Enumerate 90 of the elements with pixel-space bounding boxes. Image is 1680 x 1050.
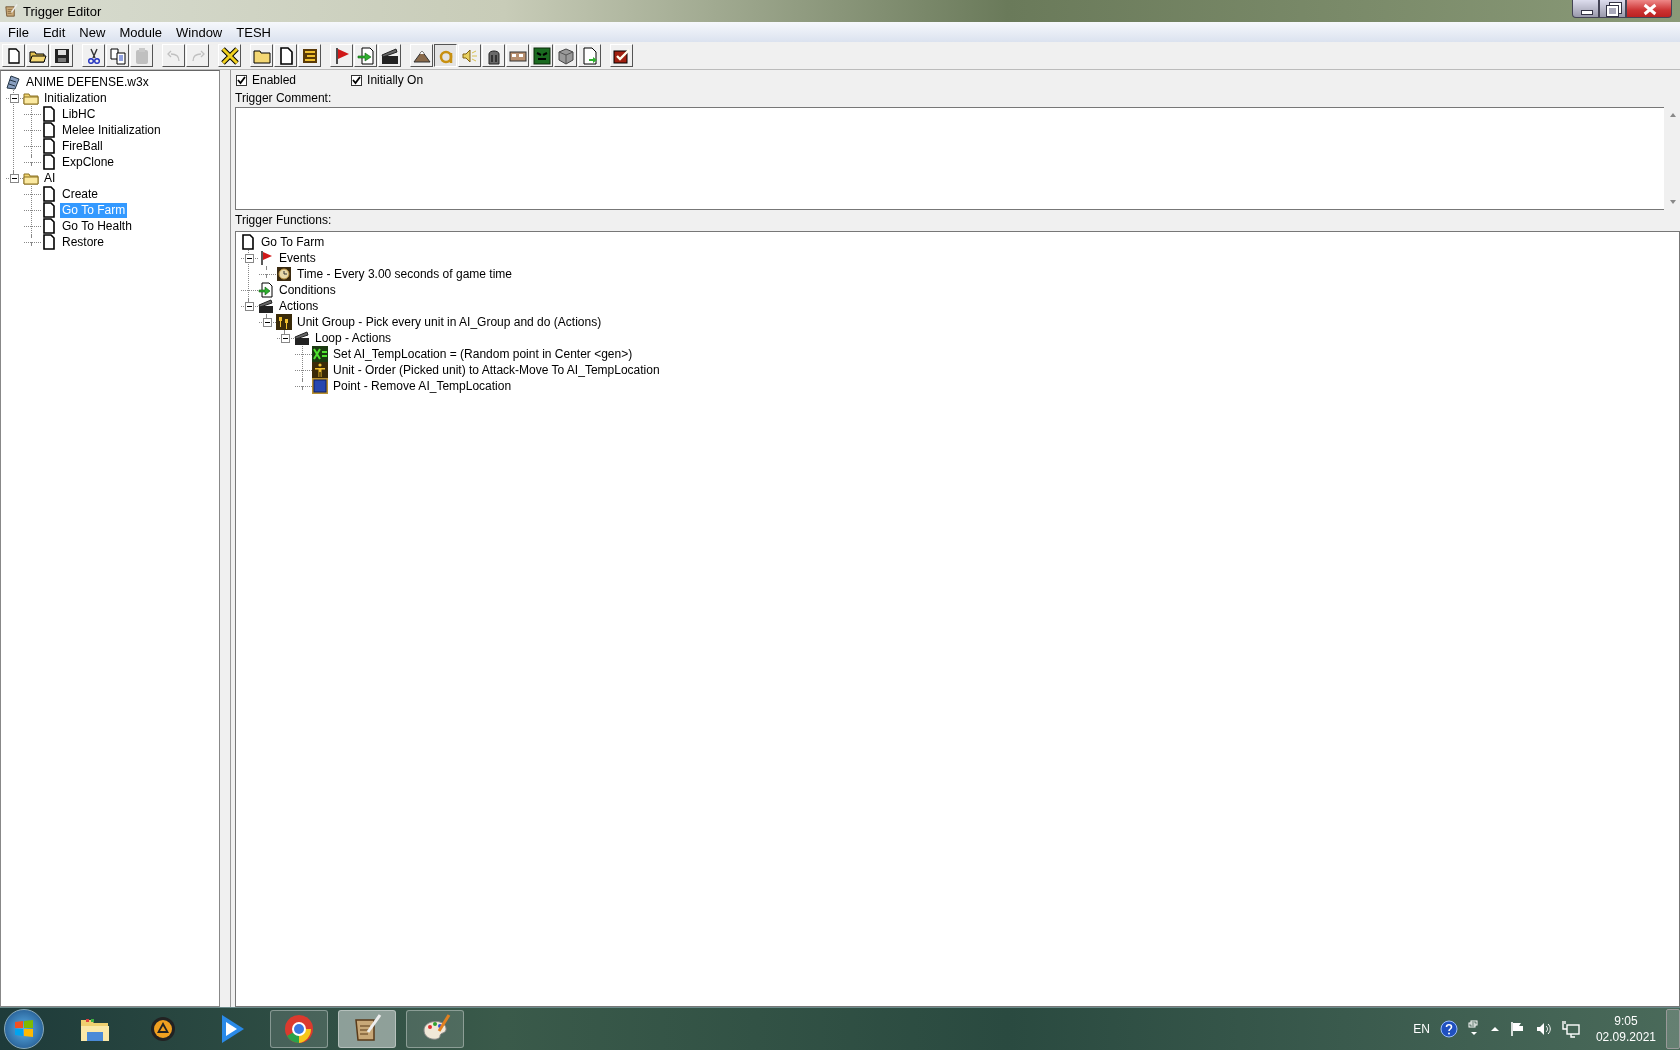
tree-item[interactable]: Set AI_TempLocation = (Random point in Center <gen>) (331, 346, 635, 362)
scroll-quill-icon (3, 3, 19, 19)
checkmark-box-icon (612, 46, 631, 65)
tree-item[interactable]: LibHC (60, 106, 98, 122)
list-icon (300, 46, 319, 65)
collapse-toggle[interactable] (262, 317, 272, 327)
comment-label: Trigger Comment: (235, 91, 332, 106)
minimize-button[interactable] (1572, 0, 1599, 18)
tree-item[interactable]: Go To Health (60, 218, 134, 234)
x-icon (220, 46, 239, 65)
tree-item[interactable]: Time - Every 3.00 seconds of game time (295, 266, 514, 282)
toolbar-button[interactable] (434, 44, 457, 67)
monster-face-icon (532, 46, 551, 65)
round-logo-icon (282, 1012, 316, 1046)
tree-item[interactable]: Unit Group - Pick every unit in AI_Group and do (Actions) (295, 314, 604, 330)
checkbox[interactable] (351, 74, 363, 86)
map-icon (5, 74, 21, 90)
page-icon (41, 234, 57, 250)
page-icon (41, 154, 57, 170)
collapse-toggle[interactable] (9, 173, 19, 183)
tree-item[interactable]: Conditions (277, 282, 338, 298)
clock-time[interactable]: 9:05 (1614, 1013, 1638, 1029)
clapperboard-icon (258, 298, 274, 314)
menu-item[interactable]: Edit (35, 24, 73, 40)
collapse-toggle[interactable] (244, 301, 254, 311)
tree-item[interactable]: Go To Farm (259, 234, 327, 250)
help-icon[interactable] (1439, 1020, 1458, 1038)
checkbox-label: Initially On (367, 73, 424, 87)
menu-item[interactable]: File (1, 24, 36, 40)
close-button[interactable] (1626, 0, 1672, 18)
windows-switch-icon[interactable] (1467, 1020, 1480, 1038)
restore-button[interactable] (1599, 0, 1626, 18)
folder-icon (23, 90, 39, 106)
tree-item[interactable]: Melee Initialization (60, 122, 163, 138)
floppy-icon (52, 46, 71, 65)
arrow-page-icon (356, 46, 375, 65)
collapse-toggle[interactable] (9, 93, 19, 103)
flag-icon (258, 250, 274, 266)
tree-item[interactable]: Restore (60, 234, 107, 250)
clock-date[interactable]: 02.09.2021 (1595, 1029, 1656, 1045)
copy-icon (108, 46, 127, 65)
menu-item[interactable]: TESH (229, 24, 278, 40)
tree-item[interactable]: Create (60, 186, 101, 202)
cube-icon (556, 46, 575, 65)
menu-item[interactable]: Window (169, 24, 230, 40)
page-icon (41, 106, 57, 122)
menu-item[interactable]: New (72, 24, 113, 40)
functions-label: Trigger Functions: (235, 213, 332, 228)
network-icon[interactable] (1561, 1020, 1580, 1038)
tree-item[interactable]: Events (277, 250, 318, 266)
checkbox-label: Enabled (252, 73, 297, 87)
tree-item[interactable]: AI (42, 170, 58, 186)
tree-item[interactable]: Loop - Actions (313, 330, 394, 346)
folder-icon (23, 170, 39, 186)
collapse-toggle[interactable] (280, 333, 290, 343)
menu-item[interactable]: Module (112, 24, 169, 40)
page-icon (41, 138, 57, 154)
page-icon (41, 122, 57, 138)
clapperboard-icon (294, 330, 310, 346)
tree-item[interactable]: ANIME DEFENSE.w3x (24, 74, 151, 90)
tree-item[interactable]: Initialization (42, 90, 109, 106)
tree-item[interactable]: Unit - Order (Picked unit) to Attack-Move To AI_TempLocation (331, 362, 662, 378)
x-equals-icon (312, 346, 328, 362)
language-indicator[interactable]: EN (1413, 1022, 1430, 1036)
figure-icon (312, 362, 328, 378)
checkbox[interactable] (236, 74, 247, 86)
clock-icon (276, 266, 292, 282)
tree-item[interactable]: Actions (277, 298, 321, 314)
page-icon (41, 202, 57, 218)
clapperboard-icon (380, 46, 399, 65)
page-arrow-icon (580, 46, 599, 65)
window-title: Trigger Editor (23, 3, 102, 19)
page-icon (41, 218, 57, 234)
taskbar-button[interactable] (338, 1010, 396, 1048)
tree-item[interactable]: ExpClone (60, 154, 117, 170)
page-icon (41, 186, 57, 202)
taskbar-button[interactable] (406, 1010, 464, 1048)
tree-item[interactable]: FireBall (60, 138, 105, 154)
collapse-toggle[interactable] (244, 253, 254, 263)
four-pane-logo-icon (14, 1019, 34, 1039)
figures-icon (276, 314, 292, 330)
start-button[interactable] (4, 1009, 44, 1049)
taskbar-button[interactable] (270, 1010, 328, 1048)
page-icon (240, 234, 256, 250)
flag-icon[interactable] (1509, 1021, 1526, 1037)
speaker-icon[interactable] (1535, 1021, 1552, 1037)
tree-item[interactable]: Point - Remove AI_TempLocation (331, 378, 514, 394)
show-hidden-icon[interactable] (1489, 1024, 1500, 1034)
arrow-page-icon (258, 282, 274, 298)
square-icon (312, 378, 328, 394)
